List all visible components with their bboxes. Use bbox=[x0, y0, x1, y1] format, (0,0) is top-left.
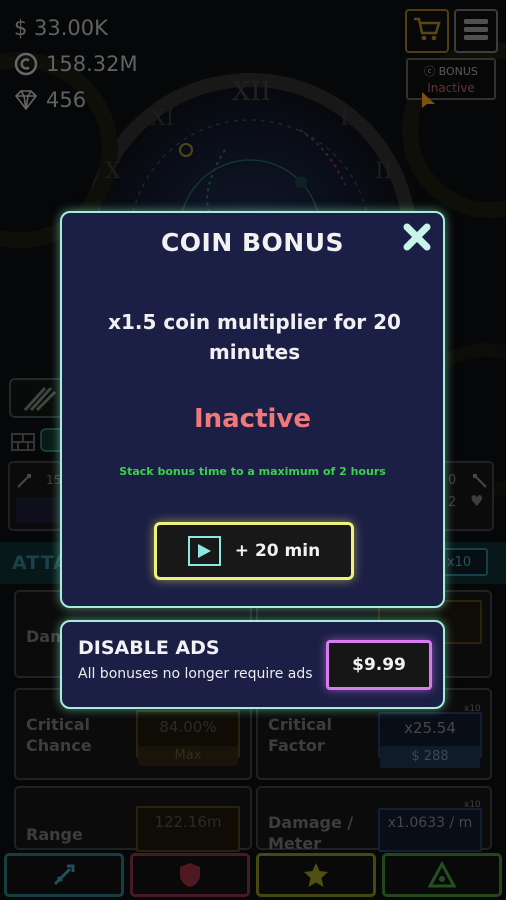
close-icon bbox=[403, 223, 431, 251]
dialog-title: COIN BONUS bbox=[160, 228, 345, 257]
close-button[interactable] bbox=[401, 221, 433, 253]
bonus-stack-note: Stack bonus time to a maximum of 2 hours bbox=[119, 465, 386, 478]
disable-ads-description: All bonuses no longer require ads bbox=[78, 666, 313, 682]
bonus-status-text: Inactive bbox=[193, 404, 312, 434]
play-icon bbox=[187, 536, 221, 566]
buy-disable-ads-button[interactable]: $9.99 bbox=[326, 640, 432, 690]
coin-bonus-dialog: COIN BONUS x1.5 coin multiplier for 20 m… bbox=[60, 211, 445, 608]
disable-ads-panel: DISABLE ADS All bonuses no longer requir… bbox=[60, 620, 445, 709]
watch-ad-button[interactable]: + 20 min bbox=[154, 522, 354, 580]
bonus-description: x1.5 coin multiplier for 20 minutes bbox=[108, 310, 401, 364]
price-label: $9.99 bbox=[352, 655, 406, 675]
watch-ad-label: + 20 min bbox=[234, 541, 321, 561]
disable-ads-title: DISABLE ADS bbox=[78, 637, 220, 659]
